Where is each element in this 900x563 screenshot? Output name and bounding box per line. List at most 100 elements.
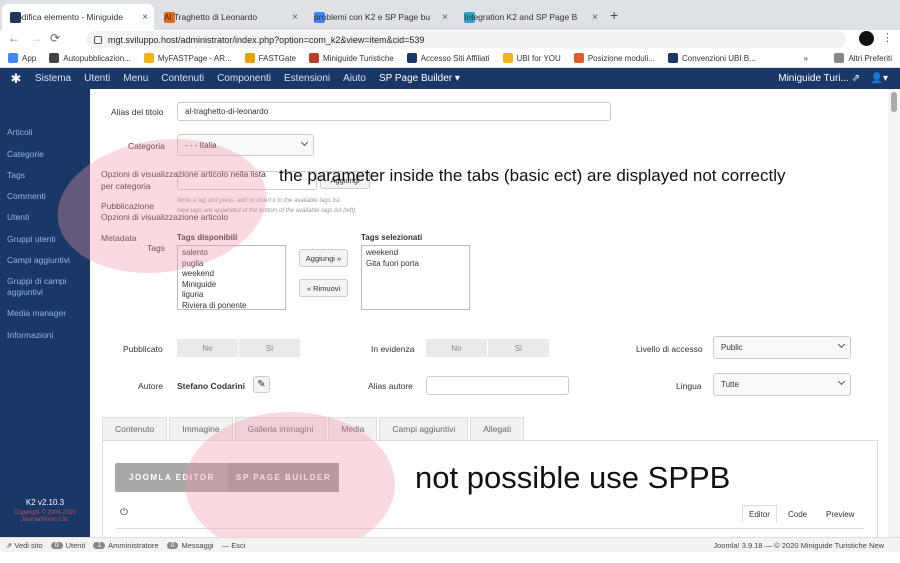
author-alias-label: Alias autore bbox=[368, 381, 413, 391]
avatar[interactable] bbox=[859, 31, 874, 46]
folder-icon bbox=[834, 53, 845, 63]
messages-count-badge: 0 bbox=[166, 541, 179, 549]
sidebar-item-tags[interactable]: Tags bbox=[7, 170, 25, 180]
k2-version: K2 v2.10.3 bbox=[25, 498, 65, 507]
power-icon[interactable]: ⏻ bbox=[120, 507, 128, 518]
forward-icon[interactable]: → bbox=[30, 31, 42, 45]
messages-link[interactable]: Messaggi bbox=[181, 541, 213, 550]
menu-aiuto[interactable]: Aiuto bbox=[343, 73, 366, 84]
view-site-link[interactable]: Vedi sito bbox=[14, 541, 42, 550]
sidebar-item-gruppi-campi[interactable]: Gruppi di campi aggiuntivi bbox=[7, 276, 85, 297]
logout-link[interactable]: Esci bbox=[231, 541, 245, 550]
new-tab-button[interactable]: + bbox=[610, 7, 618, 23]
sidebar-item-categorie[interactable]: Categorie bbox=[7, 149, 44, 159]
remove-tags-button[interactable]: « Rimuovi bbox=[299, 279, 348, 297]
sidebar-item-gruppi-utenti[interactable]: Gruppi utenti bbox=[7, 234, 56, 244]
menu-estensioni[interactable]: Estensioni bbox=[284, 73, 330, 84]
sidebar-item-media-manager[interactable]: Media manager bbox=[7, 308, 66, 318]
sidebar-item-articoli[interactable]: Articoli bbox=[7, 127, 33, 137]
scrollbar[interactable] bbox=[888, 89, 900, 537]
featured-no[interactable]: No bbox=[426, 339, 488, 357]
list-item[interactable]: Riviera di ponente bbox=[182, 301, 281, 310]
close-icon[interactable]: × bbox=[292, 12, 298, 23]
apps-icon bbox=[8, 53, 18, 63]
access-select[interactable]: Public bbox=[713, 336, 851, 359]
list-item[interactable]: Gita fuori porta bbox=[366, 259, 465, 270]
user-menu-icon[interactable]: 👤▾ bbox=[871, 73, 888, 84]
list-item[interactable]: liguria bbox=[182, 290, 281, 301]
author-alias-input[interactable] bbox=[426, 376, 569, 395]
joomla-admin-menu: ✱ Sistema Utenti Menu Contenuti Componen… bbox=[0, 68, 900, 89]
browser-tab-1[interactable]: Al Traghetto di Leonardo × bbox=[156, 4, 304, 30]
bookmark-item[interactable]: Posizione moduli... bbox=[573, 53, 655, 63]
bookmark-item[interactable]: FASTGate bbox=[244, 53, 296, 63]
reload-icon[interactable]: ⟳ bbox=[50, 31, 60, 45]
close-icon[interactable]: × bbox=[442, 12, 448, 23]
alias-input[interactable]: al-traghetto-di-leonardo bbox=[177, 102, 611, 121]
tags-selected-list[interactable]: weekend Gita fuori porta bbox=[361, 245, 470, 310]
menu-componenti[interactable]: Componenti bbox=[217, 73, 271, 84]
sidebar-item-commenti[interactable]: Commenti bbox=[7, 191, 46, 201]
bookmark-item[interactable]: Autopubblicazion... bbox=[49, 53, 131, 63]
close-icon[interactable]: × bbox=[592, 12, 598, 23]
tab-contenuto[interactable]: Contenuto bbox=[102, 417, 168, 440]
sidebar-item-utenti[interactable]: Utenti bbox=[7, 212, 29, 222]
edit-author-button[interactable]: ✎ bbox=[253, 376, 270, 393]
bookmark-icon bbox=[502, 53, 513, 63]
tab-campi-aggiuntivi[interactable]: Campi aggiuntivi bbox=[379, 417, 469, 440]
back-icon[interactable]: ← bbox=[8, 31, 20, 45]
add-tags-button[interactable]: Aggiungi » bbox=[299, 249, 348, 267]
bookmark-item[interactable]: App bbox=[8, 53, 36, 63]
more-icon[interactable]: ⋮ bbox=[882, 31, 893, 44]
menu-sp-page-builder[interactable]: SP Page Builder ▾ bbox=[379, 73, 460, 84]
menu-menu[interactable]: Menu bbox=[123, 73, 148, 84]
bookmark-item[interactable]: Convenzioni UBI B... bbox=[667, 53, 756, 63]
menu-contenuti[interactable]: Contenuti bbox=[161, 73, 204, 84]
site-link[interactable]: Miniguide Turi... ⇗ bbox=[778, 73, 860, 84]
tab-allegati[interactable]: Allegati bbox=[470, 417, 525, 440]
bookmarks-more[interactable]: » bbox=[804, 54, 808, 63]
featured-toggle[interactable]: No Sì bbox=[426, 339, 550, 357]
published-no[interactable]: No bbox=[177, 339, 239, 357]
close-icon[interactable]: × bbox=[142, 12, 148, 23]
browser-tab-2[interactable]: problemi con K2 e SP Page bu × bbox=[306, 4, 454, 30]
sidebar-item-campi-aggiuntivi[interactable]: Campi aggiuntivi bbox=[7, 255, 70, 265]
editor-tab-editor[interactable]: Editor bbox=[742, 505, 777, 523]
bookmark-item[interactable]: UBI for YOU bbox=[502, 53, 561, 63]
scrollbar-thumb[interactable] bbox=[891, 92, 897, 112]
sidebar-item-informazioni[interactable]: Informazioni bbox=[7, 330, 53, 340]
list-item[interactable]: weekend bbox=[366, 248, 465, 259]
published-yes[interactable]: Sì bbox=[239, 339, 301, 357]
admin-link[interactable]: Amministratore bbox=[108, 541, 158, 550]
bookmark-item[interactable]: Miniguide Turistiche bbox=[309, 53, 394, 63]
featured-yes[interactable]: Sì bbox=[488, 339, 550, 357]
editor-tab-preview[interactable]: Preview bbox=[820, 505, 860, 523]
bookmarks-bar: App Autopubblicazion... MyFASTPage - AR.… bbox=[0, 49, 900, 68]
published-label: Pubblicato bbox=[123, 344, 163, 354]
users-count-badge: 0 bbox=[50, 541, 63, 549]
bookmark-icon bbox=[406, 53, 417, 63]
url-text: mgt.sviluppo.host/administrator/index.ph… bbox=[108, 34, 425, 45]
list-item[interactable]: weekend bbox=[182, 269, 281, 280]
menu-utenti[interactable]: Utenti bbox=[84, 73, 110, 84]
bookmark-icon bbox=[143, 53, 154, 63]
browser-tab-0[interactable]: Modifica elemento - Miniguide × bbox=[2, 4, 154, 30]
bookmark-icon bbox=[573, 53, 584, 63]
bookmark-item[interactable]: Accesso Siti Affiliati bbox=[406, 53, 490, 63]
external-link-icon: ⇗ bbox=[6, 540, 15, 550]
other-bookmarks[interactable]: Altri Preferiti bbox=[834, 53, 892, 63]
joomla-logo-icon[interactable]: ✱ bbox=[9, 71, 23, 86]
menu-sistema[interactable]: Sistema bbox=[35, 73, 71, 84]
browser-tab-3[interactable]: Integration K2 and SP Page B × bbox=[456, 4, 604, 30]
editor-tab-code[interactable]: Code bbox=[782, 505, 813, 523]
users-link[interactable]: Utenti bbox=[66, 541, 86, 550]
address-bar[interactable]: mgt.sviluppo.host/administrator/index.ph… bbox=[86, 31, 846, 48]
list-item[interactable]: Miniguide bbox=[182, 280, 281, 291]
annotation-sppb-issue: not possible use SPPB bbox=[415, 460, 731, 495]
published-toggle[interactable]: No Sì bbox=[177, 339, 301, 357]
bookmark-icon bbox=[49, 53, 60, 63]
language-select[interactable]: Tutte bbox=[713, 373, 851, 396]
bookmark-icon bbox=[244, 53, 255, 63]
k2-copyright: Copyright © 2006-2020 JoomlaWorks Ltd. bbox=[13, 510, 77, 523]
bookmark-item[interactable]: MyFASTPage - AR... bbox=[143, 53, 232, 63]
